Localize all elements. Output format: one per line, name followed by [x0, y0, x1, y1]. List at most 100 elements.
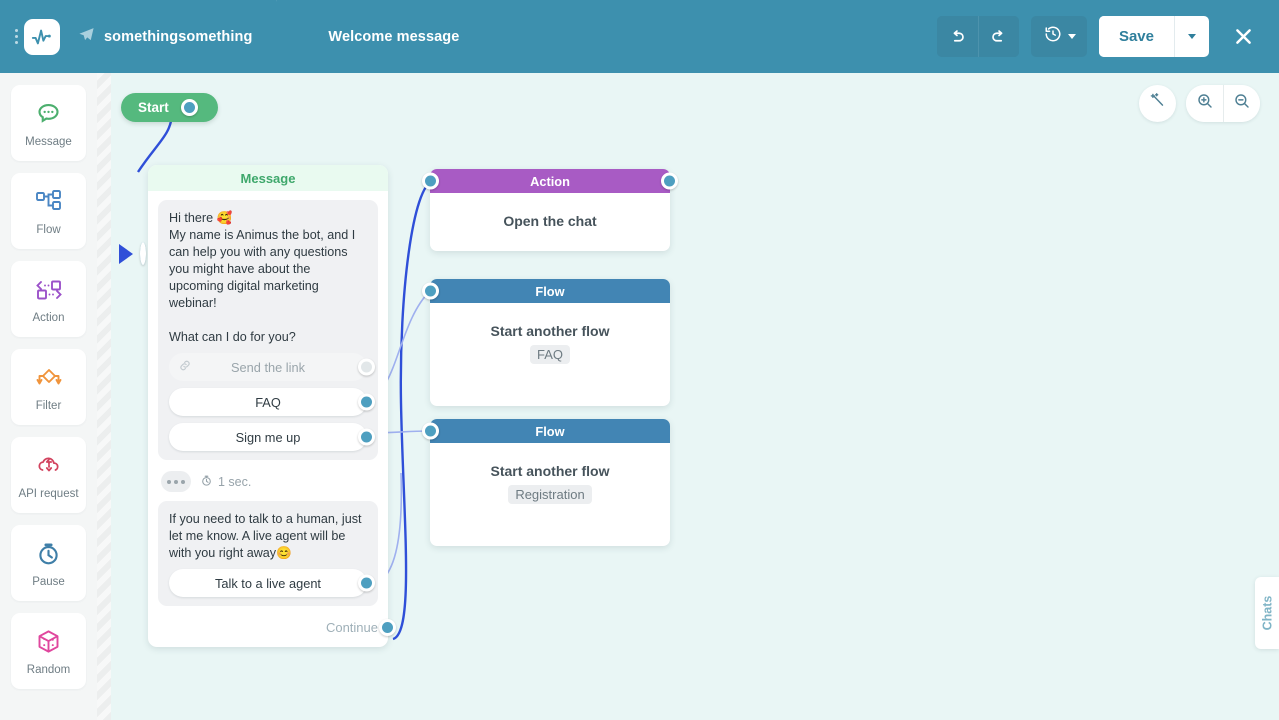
continue-label: Continue	[325, 620, 378, 635]
flow-input-port[interactable]	[422, 282, 439, 300]
history-clock-icon	[1044, 25, 1062, 48]
flow-node-title: Start another flow	[490, 463, 610, 479]
flow-node-target-chip: Registration	[508, 485, 592, 504]
flow-node-registration[interactable]: Flow Start another flow Registration	[422, 419, 670, 546]
flow-input-port[interactable]	[422, 422, 439, 440]
action-node-body: Open the chat	[430, 193, 670, 251]
flow-canvas[interactable]: Start Message Hi there 🥰 My name is Anim…	[97, 73, 1279, 720]
start-output-port[interactable]	[180, 99, 198, 116]
telegram-plane-icon	[78, 26, 95, 47]
flow-node-body: Start another flow Registration	[430, 443, 670, 546]
quick-reply-sign-me-up[interactable]: Sign me up	[169, 423, 375, 451]
sidebar-item-label: Action	[32, 311, 65, 324]
message-text-line-3: What can I do for you?	[169, 330, 296, 344]
breadcrumb-account[interactable]: somethingsomething	[60, 0, 276, 73]
undo-redo-group	[936, 16, 1019, 57]
message-node[interactable]: Message Hi there 🥰 My name is Animus the…	[140, 165, 396, 647]
breadcrumb-flow[interactable]: Welcome message	[306, 0, 483, 73]
continue-row[interactable]: Continue	[148, 606, 396, 639]
sidebar-item-random[interactable]: Random	[11, 613, 86, 689]
kebab-menu-icon[interactable]	[0, 0, 22, 73]
action-node-type: Action	[530, 173, 570, 189]
quick-reply-talk-to-a-live-agent[interactable]: Talk to a live agent	[169, 569, 375, 597]
quick-reply-label: FAQ	[255, 394, 281, 410]
zoom-controls	[1186, 85, 1260, 122]
typing-indicator-icon	[161, 471, 191, 492]
sidebar-item-pause[interactable]: Pause	[11, 525, 86, 601]
redo-arrow-icon[interactable]	[977, 16, 1019, 57]
flow-node-faq[interactable]: Flow Start another flow FAQ	[422, 279, 670, 406]
pulse-logo-icon[interactable]	[24, 18, 60, 55]
zoom-in-button[interactable]	[1186, 85, 1223, 122]
auto-arrange-button[interactable]	[1139, 85, 1176, 122]
action-node-header: Action	[422, 169, 678, 193]
quick-reply-output-port[interactable]	[358, 358, 375, 376]
quick-reply-send-the-link[interactable]: Send the link	[169, 353, 375, 381]
history-button[interactable]	[1030, 16, 1087, 57]
quick-reply-label: Send the link	[231, 359, 305, 375]
sidebar-item-flow[interactable]: Flow	[11, 173, 86, 249]
chats-tab[interactable]: Chats	[1255, 577, 1279, 649]
zoom-in-icon	[1196, 92, 1214, 115]
sidebar-item-label: Filter	[35, 399, 62, 412]
flow-node-type: Flow	[535, 283, 565, 299]
save-dropdown-button[interactable]	[1174, 16, 1209, 57]
quick-reply-output-port[interactable]	[358, 574, 375, 592]
action-output-port[interactable]	[661, 172, 678, 190]
chevron-down-icon	[1067, 34, 1076, 39]
sidebar-item-message[interactable]: Message	[11, 85, 86, 161]
breadcrumb-flow-label: Welcome message	[328, 28, 460, 45]
start-node[interactable]: Start	[121, 93, 218, 122]
message-text-line-1: Hi there 🥰	[169, 211, 233, 225]
sidebar-item-label: Random	[26, 663, 71, 676]
incoming-arrow-icon	[119, 244, 133, 264]
breadcrumb-separator	[276, 0, 306, 73]
quick-reply-output-port[interactable]	[358, 393, 375, 411]
breadcrumb: somethingsomething Welcome message	[60, 0, 483, 73]
action-node-title: Open the chat	[503, 213, 597, 229]
sidebar-item-api-request[interactable]: API request	[11, 437, 86, 513]
continue-output-port[interactable]	[379, 619, 396, 636]
filter-diamond-icon	[34, 363, 64, 393]
undo-arrow-icon[interactable]	[936, 16, 978, 57]
zoom-out-button[interactable]	[1223, 85, 1260, 122]
chevron-down-icon	[1188, 34, 1196, 39]
flow-tree-icon	[35, 187, 63, 217]
flow-node-header: Flow	[422, 419, 670, 443]
message-input-port[interactable]	[140, 242, 146, 265]
magic-wand-icon	[1149, 92, 1167, 115]
action-input-port[interactable]	[422, 172, 439, 190]
quick-reply-label: Talk to a live agent	[215, 575, 321, 591]
save-button[interactable]: Save	[1098, 16, 1174, 57]
chat-bubble-icon	[35, 99, 62, 129]
message-node-header: Message	[148, 165, 388, 191]
flow-node-target-chip: FAQ	[529, 345, 570, 364]
block-palette-sidebar: Message Flow Action Filter API request P…	[0, 73, 97, 720]
breadcrumb-account-label: somethingsomething	[104, 28, 253, 45]
sidebar-item-action[interactable]: Action	[11, 261, 86, 337]
stopwatch-icon	[35, 539, 62, 569]
canvas-controls	[1139, 85, 1260, 122]
sidebar-item-label: API request	[18, 487, 79, 500]
sidebar-item-label: Message	[25, 135, 72, 148]
chats-tab-label: Chats	[1260, 595, 1275, 631]
api-cloud-icon	[34, 451, 64, 481]
action-node[interactable]: Action Open the chat	[422, 169, 678, 251]
link-chain-icon	[178, 359, 192, 376]
typing-delay-row[interactable]: 1 sec.	[161, 471, 388, 492]
header-actions: Save	[936, 16, 1279, 57]
close-x-icon[interactable]	[1225, 16, 1261, 57]
quick-reply-label: Sign me up	[235, 429, 301, 445]
save-group: Save	[1098, 16, 1209, 57]
app-header: somethingsomething Welcome message Save	[0, 0, 1279, 73]
stopwatch-small-icon	[200, 474, 213, 490]
delay-value: 1 sec.	[200, 474, 251, 490]
zoom-out-icon	[1233, 92, 1251, 115]
flow-node-type: Flow	[535, 423, 565, 439]
dice-cube-icon	[35, 627, 62, 657]
flow-node-body: Start another flow FAQ	[430, 303, 670, 406]
message-text-line-4: If you need to talk to a human, just let…	[169, 512, 362, 560]
sidebar-item-filter[interactable]: Filter	[11, 349, 86, 425]
quick-reply-output-port[interactable]	[358, 428, 375, 446]
quick-reply-faq[interactable]: FAQ	[169, 388, 375, 416]
